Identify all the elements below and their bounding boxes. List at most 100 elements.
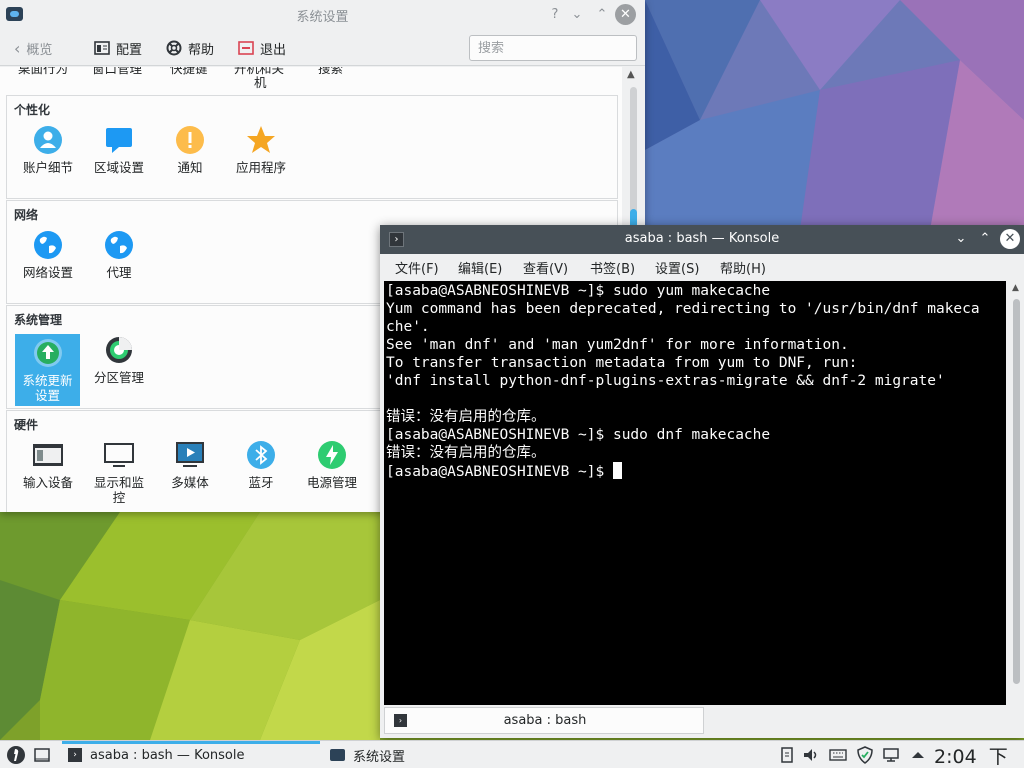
item-partition-manager[interactable]: 分区管理 (84, 326, 154, 412)
item-label: 网络设置 (22, 265, 73, 280)
settings-titlebar[interactable]: 系统设置 ? ⌄ ⌃ ✕ (0, 0, 645, 30)
partial-label-search[interactable]: 搜索 (318, 67, 343, 77)
keyboard-icon (32, 439, 64, 471)
partial-label-startup-line2[interactable]: 机 (254, 72, 267, 91)
partial-label-desktop-behavior[interactable]: 桌面行为 (18, 67, 68, 77)
help-button[interactable]: 帮助 (166, 38, 214, 58)
item-label: 多媒体 (171, 475, 209, 490)
terminal-cursor (612, 462, 622, 479)
scroll-up-icon[interactable]: ▲ (1012, 283, 1019, 293)
terminal-scrollbar[interactable]: ▲ (1008, 281, 1024, 705)
item-multimedia[interactable]: 多媒体 (155, 431, 225, 512)
menu-help[interactable]: 帮助(H) (720, 258, 766, 277)
close-button[interactable]: ✕ (615, 4, 636, 25)
terminal-task-icon: › (68, 748, 82, 762)
terminal-prompt: [asaba@ASABNEOSHINEVB ~]$ (386, 464, 613, 480)
terminal-prompt-line: [asaba@ASABNEOSHINEVB ~]$ (386, 462, 1004, 480)
terminal-output[interactable]: [asaba@ASABNEOSHINEVB ~]$ sudo yum makec… (384, 281, 1006, 705)
item-applications[interactable]: 应用程序 (226, 116, 296, 202)
konsole-menubar: 文件(F) 编辑(E) 查看(V) 书签(B) 设置(S) 帮助(H) (380, 254, 1024, 280)
taskbar: › asaba : bash — Konsole 系统设置 2:04 下午 (0, 740, 1024, 768)
item-system-update-settings[interactable]: 系统更新 设置 (15, 334, 80, 406)
scroll-thumb[interactable] (1013, 299, 1020, 684)
konsole-close-button[interactable]: ✕ (1000, 229, 1020, 249)
terminal-line: che'. (386, 319, 430, 335)
shield-icon[interactable] (856, 746, 874, 764)
konsole-window-title: asaba : bash — Konsole (624, 231, 780, 246)
quit-label: 退出 (260, 42, 287, 58)
item-label: 代理 (106, 265, 132, 280)
help-question-button[interactable]: ? (545, 5, 565, 25)
terminal-line: 错误：没有启用的仓库。 (386, 445, 546, 461)
partial-label-shortcuts[interactable]: 快捷键 (170, 67, 208, 77)
task-label: asaba : bash — Konsole (90, 747, 245, 763)
settings-toolbar: ‹ 概览 配置 帮助 退出 (0, 30, 645, 66)
volume-icon[interactable] (802, 746, 820, 764)
terminal-line: [asaba@ASABNEOSHINEVB ~]$ sudo dnf makec… (386, 427, 771, 443)
terminal-line: See 'man dnf' and 'man yum2dnf' for more… (386, 337, 849, 353)
show-desktop-icon[interactable] (33, 746, 51, 764)
task-label: 系统设置 (353, 749, 406, 765)
minimize-button[interactable]: ⌄ (567, 5, 587, 25)
konsole-tabbar: › asaba : bash (380, 705, 1024, 738)
item-label: 分区管理 (93, 370, 144, 385)
item-account-details[interactable]: 账户细节 (13, 116, 83, 202)
settings-task-icon (330, 749, 345, 761)
clock-time: 2:04 (934, 746, 977, 768)
menu-file[interactable]: 文件(F) (395, 258, 439, 277)
keyboard-layout-icon[interactable] (829, 746, 847, 764)
item-notifications[interactable]: 通知 (155, 116, 225, 202)
task-system-settings[interactable]: 系统设置 (324, 741, 584, 768)
item-proxy[interactable]: 代理 (84, 221, 154, 307)
globe-icon (103, 229, 135, 261)
konsole-minimize-button[interactable]: ⌄ (952, 230, 970, 248)
chat-icon (103, 124, 135, 156)
terminal-line: 错误：没有启用的仓库。 (386, 409, 546, 425)
item-label-line1: 系统更新 (22, 373, 73, 388)
item-power-management[interactable]: 电源管理 (297, 431, 367, 512)
tray-expand-icon[interactable] (909, 746, 927, 764)
item-display-monitor[interactable]: 显示和监 控 (84, 431, 154, 512)
globe-icon (32, 229, 64, 261)
back-arrow-icon: ‹ (14, 38, 21, 58)
search-input[interactable] (469, 35, 637, 61)
konsole-maximize-button[interactable]: ⌃ (976, 230, 994, 248)
item-regional-settings[interactable]: 区域设置 (84, 116, 154, 202)
item-bluetooth[interactable]: 蓝牙 (226, 431, 296, 512)
item-label: 电源管理 (306, 475, 357, 490)
task-konsole[interactable]: › asaba : bash — Konsole (62, 741, 320, 768)
quit-button[interactable]: 退出 (238, 38, 286, 58)
menu-edit[interactable]: 编辑(E) (458, 258, 502, 277)
application-launcher-icon[interactable] (6, 745, 26, 765)
menu-view[interactable]: 查看(V) (523, 258, 568, 277)
konsole-titlebar[interactable]: › asaba : bash — Konsole ⌄ ⌃ ✕ (380, 225, 1024, 254)
terminal-line: Yum command has been deprecated, redirec… (386, 301, 980, 317)
partition-icon (103, 334, 135, 366)
tab-label: asaba : bash (503, 713, 587, 728)
item-network-settings[interactable]: 网络设置 (13, 221, 83, 307)
back-button[interactable]: ‹ 概览 (14, 38, 52, 58)
configure-button[interactable]: 配置 (94, 38, 142, 58)
maximize-button[interactable]: ⌃ (592, 5, 612, 25)
scroll-up-icon[interactable]: ▲ (627, 69, 635, 80)
menu-bookmarks[interactable]: 书签(B) (590, 258, 635, 277)
user-icon (32, 124, 64, 156)
lifebuoy-icon (166, 40, 182, 56)
terminal-line: 'dnf install python-dnf-plugins-extras-m… (386, 373, 945, 389)
warning-icon (174, 124, 206, 156)
item-label: 蓝牙 (248, 475, 274, 490)
partial-label-window-management[interactable]: 窗口管理 (92, 67, 142, 77)
clipboard-icon[interactable] (778, 746, 796, 764)
item-input-devices[interactable]: 输入设备 (13, 431, 83, 512)
section-title: 系统管理 (14, 313, 63, 327)
clock[interactable]: 2:04 下午 (934, 742, 1024, 768)
menu-settings[interactable]: 设置(S) (655, 258, 699, 277)
monitor-icon (103, 439, 135, 471)
configure-icon (94, 40, 110, 56)
update-icon (32, 337, 64, 369)
tab-bash[interactable]: › asaba : bash (384, 707, 704, 734)
network-monitor-icon[interactable] (882, 746, 900, 764)
terminal-line: To transfer transaction metadata from yu… (386, 355, 858, 371)
multimedia-icon (174, 439, 206, 471)
